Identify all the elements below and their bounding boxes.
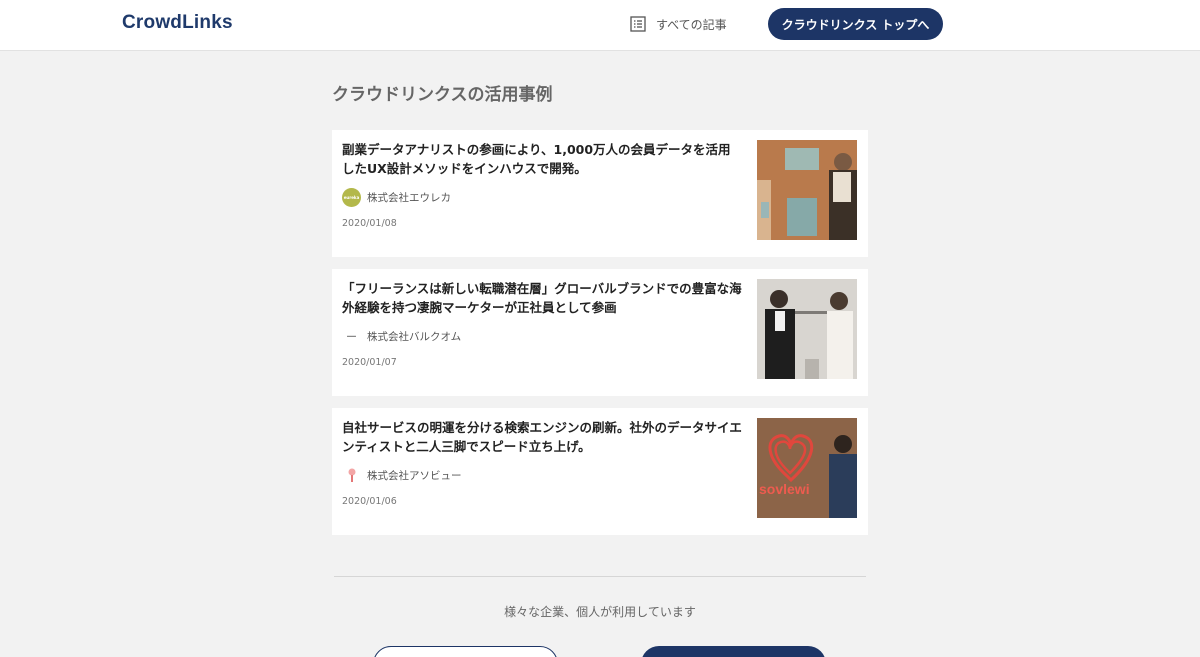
used-by-text: 様々な企業、個人が利用しています bbox=[504, 605, 696, 619]
section-divider bbox=[334, 576, 866, 577]
company-info: eureka 株式会社エウレカ bbox=[342, 187, 451, 207]
article-card[interactable]: 「フリーランスは新しい転職潜在層」グローバルブランドでの豊富な海外経験を持つ凄腕… bbox=[332, 269, 868, 396]
list-icon bbox=[630, 16, 646, 32]
article-title[interactable]: 副業データアナリストの参画により、1,000万人の会員データを活用したUX設計メ… bbox=[342, 140, 742, 178]
company-logo-icon: eureka bbox=[342, 187, 361, 207]
company-name: 株式会社アソビュー bbox=[367, 469, 462, 482]
crowdlinks-logo[interactable]: CrowdLinks bbox=[122, 12, 233, 34]
crowdlinks-top-button[interactable]: クラウドリンクス トップへ bbox=[768, 8, 943, 40]
footer-filled-button[interactable] bbox=[641, 646, 826, 657]
top-header: CrowdLinks すべての記事 クラウドリンクス トップへ bbox=[0, 0, 1200, 51]
svg-text:sovlewi: sovlewi bbox=[759, 481, 810, 497]
section-title: クラウドリンクスの活用事例 bbox=[332, 85, 553, 105]
article-title[interactable]: 「フリーランスは新しい転職潜在層」グローバルブランドでの豊富な海外経験を持つ凄腕… bbox=[342, 279, 742, 317]
article-card[interactable]: 副業データアナリストの参画により、1,000万人の会員データを活用したUX設計メ… bbox=[332, 130, 868, 257]
article-thumbnail[interactable] bbox=[757, 140, 857, 240]
company-logo-icon: — bbox=[346, 330, 357, 342]
company-info: — 株式会社バルクオム bbox=[342, 327, 462, 345]
article-date: 2020/01/06 bbox=[342, 496, 397, 507]
article-date: 2020/01/08 bbox=[342, 218, 397, 229]
article-date: 2020/01/07 bbox=[342, 357, 397, 368]
article-thumbnail[interactable]: sovlewi bbox=[757, 418, 857, 518]
article-card[interactable]: 自社サービスの明運を分ける検索エンジンの刷新。社外のデータサイエンティストと二人… bbox=[332, 408, 868, 535]
all-articles-label: すべての記事 bbox=[656, 17, 727, 32]
company-name: 株式会社バルクオム bbox=[367, 330, 462, 343]
article-title[interactable]: 自社サービスの明運を分ける検索エンジンの刷新。社外のデータサイエンティストと二人… bbox=[342, 418, 742, 456]
article-thumbnail[interactable] bbox=[757, 279, 857, 379]
all-articles-link[interactable]: すべての記事 bbox=[630, 14, 727, 34]
company-logo-icon bbox=[342, 466, 361, 485]
company-info: 株式会社アソビュー bbox=[342, 466, 462, 484]
footer-outline-button[interactable] bbox=[373, 646, 558, 657]
company-name: 株式会社エウレカ bbox=[367, 191, 451, 204]
